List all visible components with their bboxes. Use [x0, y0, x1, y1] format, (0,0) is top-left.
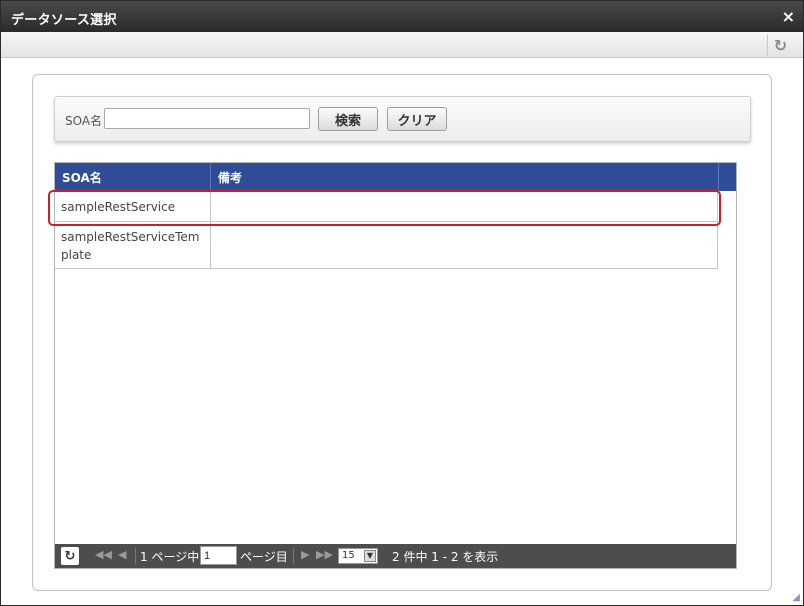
row-note — [211, 192, 717, 221]
search-button[interactable]: 検索 — [318, 107, 378, 131]
dialog-toolbar: ↻ — [1, 32, 803, 58]
last-page-icon[interactable]: ▶▶ — [316, 548, 333, 561]
record-summary: 2 件中 1 - 2 を表示 — [392, 550, 499, 564]
clear-button[interactable]: クリア — [387, 107, 447, 131]
content-panel: SOA名 検索 クリア SOA名 備考 sampleRestService sa… — [32, 74, 772, 591]
pager-divider — [135, 548, 136, 564]
next-page-icon[interactable]: ▶ — [301, 548, 309, 561]
row-soa-name: sampleRestService — [55, 192, 211, 221]
refresh-icon[interactable]: ↻ — [767, 34, 793, 56]
page-suffix-text: ページ目 — [240, 550, 288, 564]
grid-header: SOA名 備考 — [55, 163, 736, 191]
row-note — [211, 222, 717, 268]
rows-per-page-value: 15 — [342, 550, 355, 561]
dialog-title: データソース選択 — [11, 13, 117, 28]
row-soa-name: sampleRestServiceTemplate — [55, 222, 211, 268]
grid-pager: ↻ ◀◀ ◀ 1 ページ中 ページ目 ▶ ▶▶ 15 ▼ 2 件中 1 - 2 … — [55, 544, 736, 568]
table-row[interactable]: sampleRestServiceTemplate — [55, 222, 718, 269]
pager-refresh-icon[interactable]: ↻ — [61, 547, 79, 565]
rows-per-page-select[interactable]: 15 ▼ — [338, 548, 378, 564]
table-row[interactable]: sampleRestService — [55, 192, 718, 222]
chevron-down-icon: ▼ — [364, 550, 376, 562]
results-grid: SOA名 備考 sampleRestService sampleRestServ… — [54, 162, 737, 569]
page-prefix-text: 1 ページ中 — [140, 550, 200, 564]
close-icon[interactable]: × — [782, 7, 795, 26]
first-page-icon[interactable]: ◀◀ — [95, 548, 112, 561]
soa-name-input[interactable] — [104, 108, 310, 129]
column-header-note[interactable]: 備考 — [211, 163, 719, 191]
prev-page-icon[interactable]: ◀ — [118, 548, 126, 561]
page-number-input[interactable] — [200, 546, 237, 565]
soa-name-label: SOA名 — [65, 114, 103, 128]
column-header-soa-name[interactable]: SOA名 — [55, 163, 211, 191]
dialog-titlebar: データソース選択 × — [1, 1, 803, 32]
search-panel: SOA名 検索 クリア — [54, 96, 751, 142]
resize-grip-icon[interactable]: ◢ — [792, 592, 800, 603]
data-source-select-dialog: データソース選択 × ↻ SOA名 検索 クリア SOA名 備考 sampleR… — [0, 0, 804, 606]
pager-divider — [293, 548, 294, 564]
